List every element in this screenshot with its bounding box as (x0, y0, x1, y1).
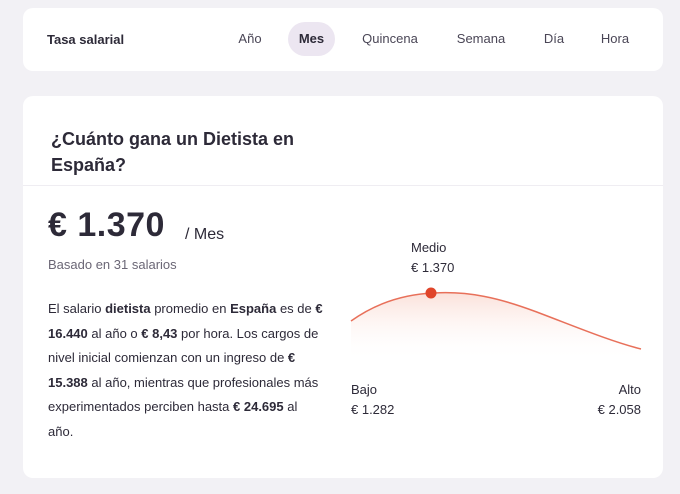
salary-basis: Basado en 31 salarios (48, 257, 177, 272)
salary-period: / Mes (185, 226, 225, 243)
tab-fortnight[interactable]: Quincena (351, 22, 429, 56)
tab-hour[interactable]: Hora (591, 22, 639, 56)
high-value: € 2.058 (597, 402, 641, 417)
median-value: € 1.370 (411, 260, 455, 275)
tab-year[interactable]: Año (228, 22, 272, 56)
median-marker (425, 287, 437, 299)
low-label: Bajo (351, 382, 378, 397)
country-name: España (230, 301, 277, 316)
rate-selector-title: Tasa salarial (47, 32, 125, 47)
high-label: Alto (618, 382, 641, 397)
tab-day[interactable]: Día (532, 22, 576, 56)
salary-curve (350, 287, 642, 361)
divider (23, 185, 663, 186)
salary-amount: € 1.370 (48, 206, 165, 244)
senior-salary: € 24.695 (233, 399, 284, 414)
salary-card: ¿Cuánto gana un Dietista en España? € 1.… (23, 96, 663, 478)
page-title: ¿Cuánto gana un Dietista en España? (51, 129, 295, 175)
job-name: dietista (105, 301, 151, 316)
low-value: € 1.282 (351, 402, 395, 417)
tab-month[interactable]: Mes (288, 22, 335, 56)
salary-description: El salario dietista promedio en España e… (48, 301, 323, 439)
salary-range-chart: Medio € 1.370 Bajo € 1.282 Alto € 2.058 (349, 236, 643, 417)
tab-week[interactable]: Semana (447, 22, 515, 56)
hourly-salary: € 8,43 (141, 325, 178, 341)
median-label: Medio (411, 240, 447, 255)
rate-selector-bar: Tasa salarial Año Mes Quincena Semana Dí… (23, 8, 663, 71)
curve-area (351, 292, 641, 361)
